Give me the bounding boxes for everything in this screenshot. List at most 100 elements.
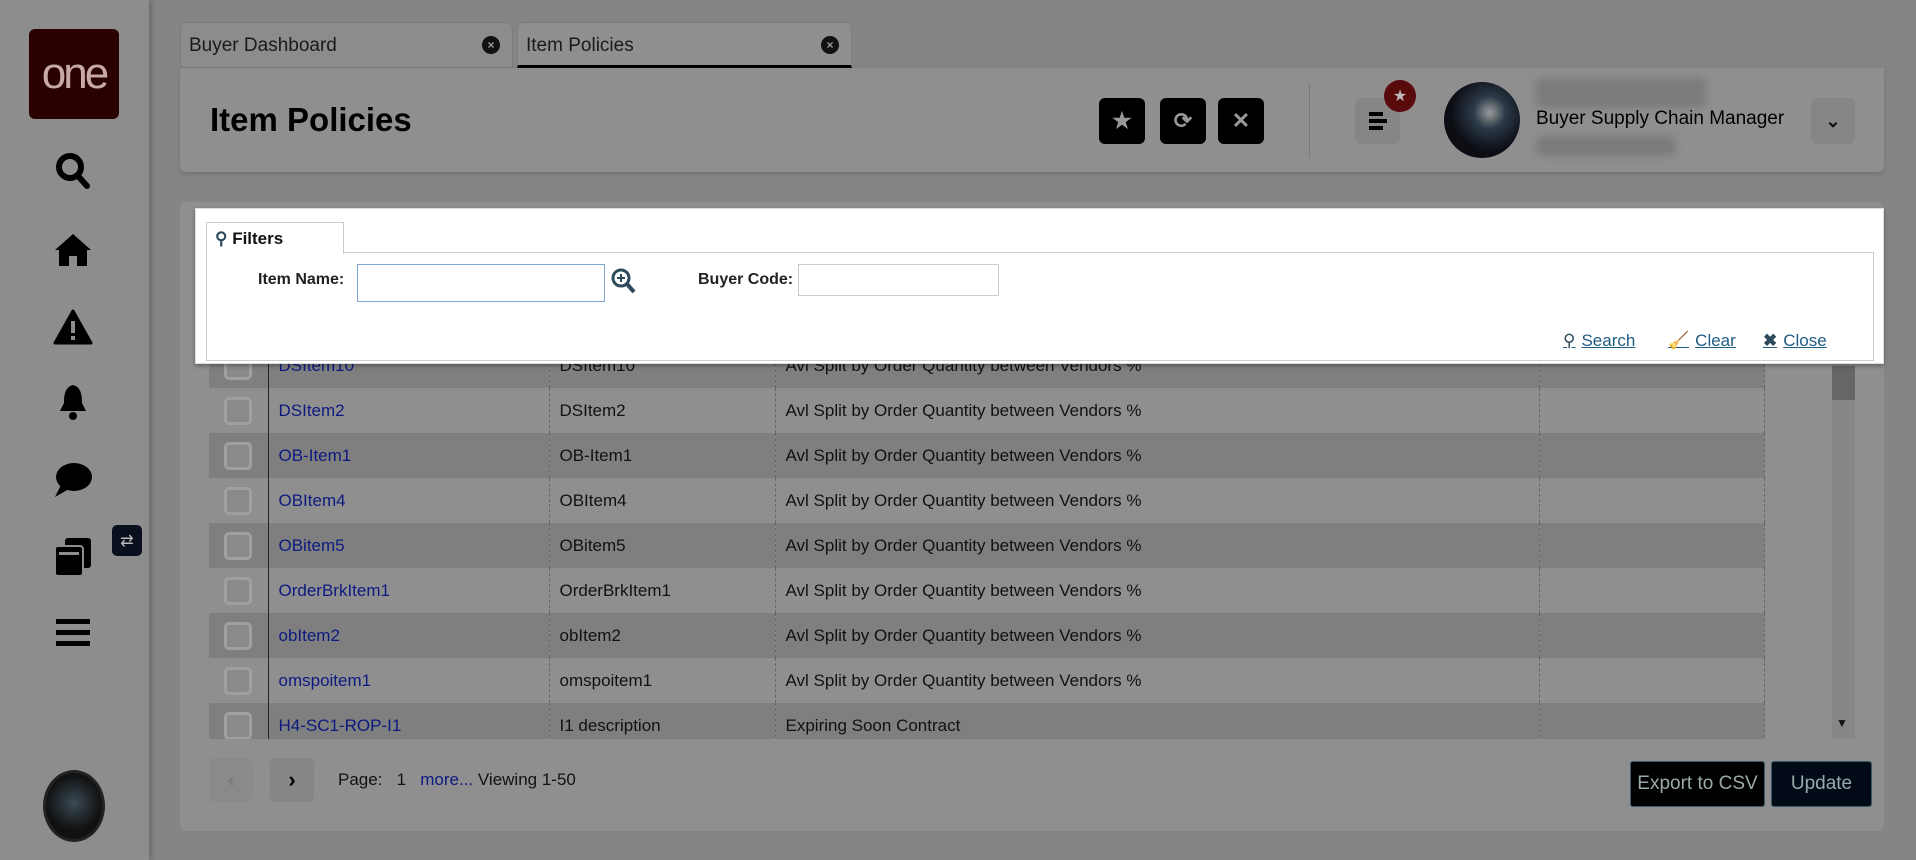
row-checkbox[interactable]: [224, 396, 253, 425]
description-cell: OB-Item1: [549, 433, 776, 478]
close-tab-icon[interactable]: ×: [821, 36, 839, 54]
description-cell: omspoitem1: [549, 658, 776, 703]
refresh-icon: ⟳: [1173, 108, 1193, 133]
description-cell: obItem2: [549, 613, 776, 658]
viewing-range: Viewing 1-50: [477, 770, 576, 789]
table-row[interactable]: OrderBrkItem1 OrderBrkItem1 Avl Split by…: [209, 568, 1765, 613]
extra-cell: [1539, 433, 1765, 478]
row-checkbox[interactable]: [224, 441, 253, 470]
row-checkbox[interactable]: [224, 666, 253, 695]
table-row[interactable]: OB-Item1 OB-Item1 Avl Split by Order Qua…: [209, 433, 1765, 478]
tab-item-policies[interactable]: Item Policies ×: [517, 22, 852, 68]
export-csv-button[interactable]: Export to CSV: [1630, 761, 1765, 807]
row-select-cell: [209, 658, 269, 703]
alert-icon[interactable]: [49, 303, 97, 351]
app-logo[interactable]: one: [29, 29, 119, 119]
row-checkbox[interactable]: [224, 621, 253, 650]
extra-cell: [1539, 613, 1765, 658]
sidebar: one ⇄: [0, 0, 149, 860]
row-select-cell: [209, 703, 269, 739]
home-icon[interactable]: [49, 226, 97, 274]
filters-panel: ⚲ Filters Item Name: Buyer Code: ⚲ Search…: [195, 208, 1884, 364]
table-row[interactable]: OBItem4 OBItem4 Avl Split by Order Quant…: [209, 478, 1765, 523]
row-select-cell: [209, 433, 269, 478]
description-cell: OrderBrkItem1: [549, 568, 776, 613]
row-checkbox[interactable]: [224, 711, 253, 739]
close-button[interactable]: ✕: [1218, 98, 1264, 144]
table-row[interactable]: DSItem2 DSItem2 Avl Split by Order Quant…: [209, 388, 1765, 433]
close-tab-icon[interactable]: ×: [482, 36, 500, 54]
tab-label: Buyer Dashboard: [189, 35, 337, 56]
swap-icon[interactable]: ⇄: [112, 525, 142, 556]
tab-label: Item Policies: [526, 35, 634, 56]
vertical-scrollbar[interactable]: [1832, 346, 1855, 739]
item-name-cell: obItem2: [268, 613, 550, 658]
star-icon: ★: [1112, 108, 1132, 133]
item-name-cell: omspoitem1: [268, 658, 550, 703]
user-role: Buyer Supply Chain Manager: [1536, 108, 1785, 129]
policy-cell: Avl Split by Order Quantity between Vend…: [775, 433, 1540, 478]
user-name-blurred: [1536, 78, 1706, 108]
item-policies-table: DSItem10 DSItem10 Avl Split by Order Qua…: [209, 343, 1765, 739]
row-select-cell: [209, 613, 269, 658]
item-link[interactable]: OrderBrkItem1: [279, 581, 390, 600]
search-link[interactable]: ⚲ Search: [1563, 331, 1635, 351]
filters-tab[interactable]: ⚲ Filters: [206, 222, 344, 254]
extra-cell: [1539, 523, 1765, 568]
item-link[interactable]: DSItem2: [279, 401, 345, 420]
item-name-cell: OBitem5: [268, 523, 550, 568]
row-checkbox[interactable]: [224, 486, 253, 515]
extra-cell: [1539, 568, 1765, 613]
item-link[interactable]: omspoitem1: [279, 671, 372, 690]
user-menu-chevron-down-icon[interactable]: ⌄: [1811, 98, 1855, 144]
chat-icon[interactable]: [49, 456, 97, 504]
extra-cell: [1539, 478, 1765, 523]
search-icon: ⚲: [1563, 331, 1576, 350]
menu-icon[interactable]: [49, 608, 97, 656]
policy-cell: Avl Split by Order Quantity between Vend…: [775, 478, 1540, 523]
page-label: Page:: [338, 770, 383, 789]
item-lookup-zoom-icon[interactable]: [610, 267, 636, 300]
bell-icon[interactable]: [49, 379, 97, 427]
scrollbar-thumb[interactable]: [1832, 366, 1855, 400]
row-select-cell: [209, 568, 269, 613]
clear-link-label: Clear: [1695, 331, 1736, 350]
item-link[interactable]: obItem2: [279, 626, 340, 645]
buyer-code-input[interactable]: [798, 264, 999, 296]
list-icon: [1368, 112, 1387, 130]
table-row[interactable]: H4-SC1-ROP-I1 I1 description Expiring So…: [209, 703, 1765, 739]
favorites-badge-star-icon[interactable]: ★: [1384, 80, 1416, 112]
item-name-cell: DSItem2: [268, 388, 550, 433]
search-icon[interactable]: [49, 147, 97, 195]
item-name-label: Item Name:: [258, 271, 345, 288]
scroll-down-icon[interactable]: ▼: [1836, 716, 1848, 730]
next-page-button[interactable]: ›: [270, 758, 314, 802]
item-name-cell: OrderBrkItem1: [268, 568, 550, 613]
item-link[interactable]: OB-Item1: [279, 446, 352, 465]
user-avatar[interactable]: [43, 770, 105, 842]
user-avatar[interactable]: [1444, 82, 1520, 158]
tab-buyer-dashboard[interactable]: Buyer Dashboard ×: [180, 22, 513, 68]
table-row[interactable]: obItem2 obItem2 Avl Split by Order Quant…: [209, 613, 1765, 658]
more-pages-link[interactable]: more...: [420, 770, 473, 789]
documents-icon[interactable]: [49, 532, 97, 580]
close-icon: ✕: [1231, 108, 1251, 133]
update-button[interactable]: Update: [1771, 761, 1872, 807]
description-cell: I1 description: [549, 703, 776, 739]
policy-cell: Avl Split by Order Quantity between Vend…: [775, 658, 1540, 703]
page-header: Item Policies ★ ⟳ ✕ ★ Buyer Supply Chain…: [180, 68, 1884, 172]
table-row[interactable]: OBitem5 OBitem5 Avl Split by Order Quant…: [209, 523, 1765, 568]
row-checkbox[interactable]: [224, 576, 253, 605]
item-link[interactable]: OBitem5: [279, 536, 345, 555]
table-row[interactable]: omspoitem1 omspoitem1 Avl Split by Order…: [209, 658, 1765, 703]
item-name-input[interactable]: [357, 264, 605, 302]
refresh-button[interactable]: ⟳: [1160, 98, 1206, 144]
clear-link[interactable]: 🧹 Clear: [1668, 331, 1736, 351]
row-checkbox[interactable]: [224, 531, 253, 560]
close-link[interactable]: ✖ Close: [1763, 331, 1827, 351]
item-link[interactable]: OBItem4: [279, 491, 346, 510]
close-link-label: Close: [1783, 331, 1827, 350]
item-link[interactable]: H4-SC1-ROP-I1: [279, 716, 402, 735]
prev-page-button[interactable]: ‹: [209, 758, 253, 802]
favorite-button[interactable]: ★: [1099, 98, 1145, 144]
